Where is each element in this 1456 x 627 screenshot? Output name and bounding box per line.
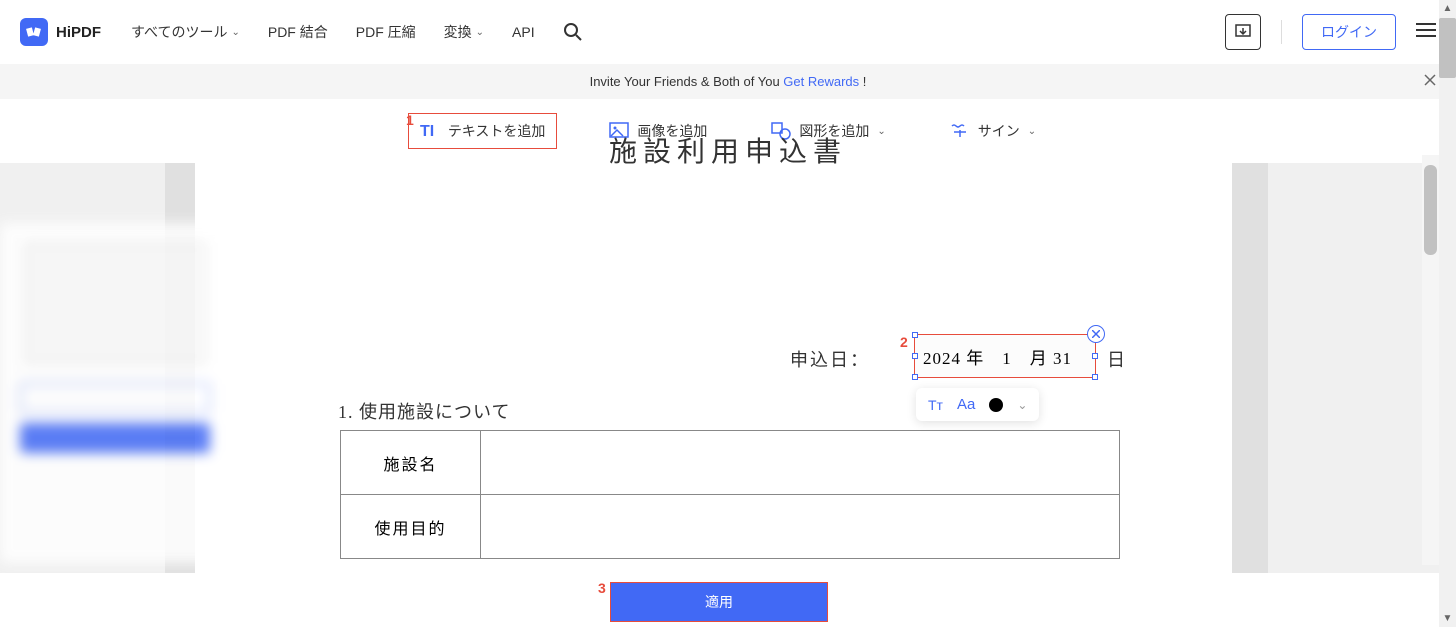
download-desktop-button[interactable]: [1225, 14, 1261, 50]
apply-button[interactable]: 適用: [610, 582, 828, 622]
scrollbar-thumb[interactable]: [1424, 165, 1437, 255]
logo-icon: [20, 18, 48, 46]
svg-text:TI: TI: [420, 123, 434, 140]
scroll-up-button[interactable]: ▲: [1439, 0, 1456, 17]
sign-icon: [950, 122, 970, 140]
page-scrollbar[interactable]: ▲ ▼: [1439, 0, 1456, 627]
add-text-tool[interactable]: TI テキストを追加: [408, 113, 558, 149]
more-options-button[interactable]: ⌄: [1017, 398, 1027, 412]
close-icon: [1424, 74, 1436, 86]
resize-handle[interactable]: [1092, 353, 1098, 359]
resize-handle[interactable]: [1092, 374, 1098, 380]
search-button[interactable]: [563, 22, 583, 42]
text-annotation-box[interactable]: 2024 年 1 月 31: [914, 334, 1096, 378]
form-table: 施設名 使用目的: [340, 430, 1120, 559]
table-label-cell: 使用目的: [341, 495, 481, 559]
table-row: 施設名: [341, 431, 1120, 495]
date-suffix: 日: [1107, 346, 1125, 372]
search-icon: [563, 22, 583, 42]
sidebar-panel: [0, 223, 230, 563]
annotation-marker-1: 1: [406, 112, 414, 128]
rewards-link[interactable]: Get Rewards: [783, 74, 859, 89]
font-family-button[interactable]: Aa: [957, 396, 975, 413]
document-title: 施設利用申込書: [609, 130, 847, 170]
chevron-down-icon: ⌄: [476, 27, 484, 38]
editor-scrollbar[interactable]: [1422, 155, 1439, 565]
resize-handle[interactable]: [912, 332, 918, 338]
chevron-down-icon: ⌄: [877, 126, 885, 137]
table-row: 使用目的: [341, 495, 1120, 559]
nav-compress[interactable]: PDF 圧縮: [356, 22, 416, 42]
nav-merge[interactable]: PDF 結合: [268, 22, 328, 42]
text-color-button[interactable]: [989, 398, 1003, 412]
section-heading: 1. 使用施設について: [338, 398, 510, 424]
text-format-toolbar: Tᴛ Aa ⌄: [916, 388, 1039, 421]
download-icon: [1234, 23, 1252, 41]
scrollbar-thumb[interactable]: [1439, 18, 1456, 78]
logo-text: HiPDF: [56, 24, 101, 41]
text-icon: TI: [420, 122, 440, 140]
hamburger-icon: [1416, 22, 1436, 38]
menu-button[interactable]: [1416, 22, 1436, 43]
page-gutter-right: [1232, 163, 1268, 573]
scroll-down-button[interactable]: ▼: [1439, 610, 1456, 627]
promo-banner: Invite Your Friends & Both of You Get Re…: [0, 64, 1456, 99]
divider: [1281, 20, 1282, 44]
resize-handle[interactable]: [912, 353, 918, 359]
nav-api[interactable]: API: [512, 24, 535, 40]
nav-all-tools[interactable]: すべてのツール⌄: [131, 22, 240, 42]
sign-tool[interactable]: サイン ⌄: [938, 113, 1048, 149]
delete-annotation-button[interactable]: [1087, 325, 1105, 343]
table-value-cell: [481, 495, 1120, 559]
table-label-cell: 施設名: [341, 431, 481, 495]
close-banner-button[interactable]: [1424, 73, 1436, 91]
date-label: 申込日：: [790, 346, 870, 372]
annotation-marker-3: 3: [598, 580, 606, 596]
annotation-marker-2: 2: [900, 334, 908, 350]
nav-convert[interactable]: 変換⌄: [444, 22, 484, 42]
chevron-down-icon: ⌄: [1028, 126, 1036, 137]
font-size-button[interactable]: Tᴛ: [928, 397, 943, 413]
close-icon: [1092, 330, 1100, 338]
logo[interactable]: HiPDF: [20, 18, 101, 46]
chevron-down-icon: ⌄: [231, 27, 239, 38]
resize-handle[interactable]: [912, 374, 918, 380]
login-button[interactable]: ログイン: [1302, 14, 1396, 50]
table-value-cell: [481, 431, 1120, 495]
